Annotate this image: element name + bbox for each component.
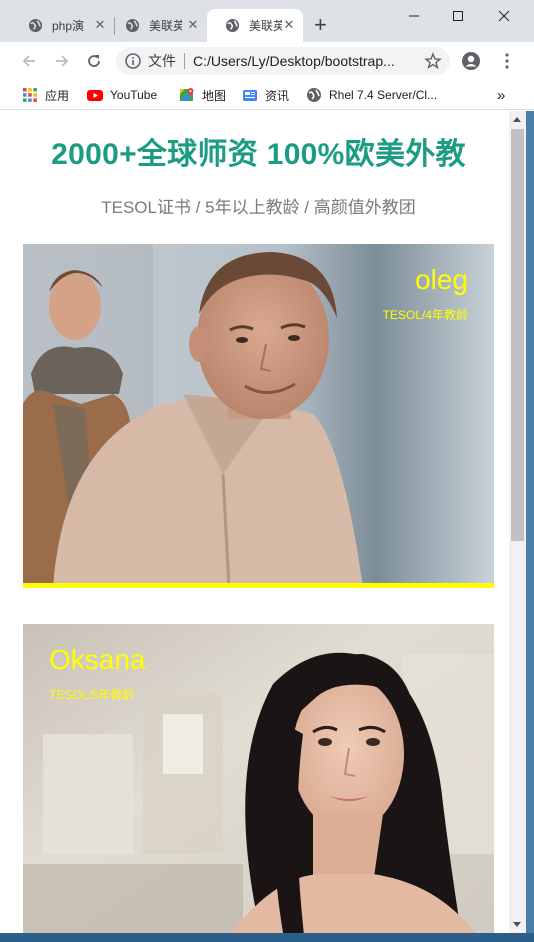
window-left-border [0, 111, 8, 933]
close-tab-icon[interactable]: ✕ [187, 18, 199, 31]
globe-icon [125, 18, 140, 33]
tab-strip: php演 ✕ 美联英 ✕ 美联英 ✕ + [0, 0, 534, 42]
back-arrow-icon[interactable] [18, 50, 40, 72]
minimize-icon[interactable] [392, 2, 436, 30]
address-url[interactable]: C:/Users/Ly/Desktop/bootstrap... [193, 53, 405, 69]
tab-title: 美联英 [149, 19, 182, 33]
scroll-down-arrow-icon[interactable] [513, 922, 521, 927]
maximize-icon[interactable] [436, 2, 480, 30]
bookmark-rhel[interactable]: Rhel 7.4 Server/Cl... [306, 85, 437, 105]
scrollbar-thumb[interactable] [511, 129, 524, 541]
page-viewport: 2000+全球师资 100%欧美外教 TESOL证书 / 5年以上教龄 / 高颜… [8, 111, 509, 933]
apps-grid-icon [23, 88, 37, 102]
teacher-card: Oksana TESOL/5年教龄 [23, 624, 494, 933]
close-tab-icon[interactable]: ✕ [283, 18, 295, 31]
browser-toolbar: 文件 C:/Users/Ly/Desktop/bootstrap... [0, 42, 534, 80]
page-headline: 2000+全球师资 100%欧美外教 [51, 138, 466, 171]
plus-icon[interactable]: + [314, 14, 327, 36]
bookmark-label: Rhel 7.4 Server/Cl... [329, 88, 438, 102]
profile-avatar-icon[interactable] [460, 50, 482, 72]
bookmark-maps[interactable]: 地图 [179, 85, 226, 105]
youtube-icon [87, 90, 103, 101]
bookmark-youtube[interactable]: YouTube [87, 85, 157, 105]
teacher-description: TESOL/4年教龄 [382, 308, 468, 322]
bookmarks-bar: 应用 YouTube 地图 资讯 Rhel 7.4 Server/Cl... » [0, 80, 534, 110]
news-icon [243, 90, 257, 101]
menu-kebab-icon[interactable] [496, 50, 518, 72]
tab-1[interactable]: php演 ✕ [10, 9, 114, 42]
address-divider [184, 53, 185, 69]
tab-title: php演 [52, 19, 85, 33]
forward-arrow-icon[interactable] [51, 50, 73, 72]
bookmarks-overflow-icon[interactable]: » [497, 85, 505, 105]
address-bar[interactable]: 文件 C:/Users/Ly/Desktop/bootstrap... [116, 47, 450, 75]
page-subheadline: TESOL证书 / 5年以上教龄 / 高颜值外教团 [101, 198, 416, 217]
bookmark-apps[interactable]: 应用 [22, 85, 69, 105]
address-scheme-label: 文件 [148, 53, 176, 69]
scroll-up-arrow-icon[interactable] [513, 117, 521, 122]
globe-icon [307, 88, 321, 102]
globe-icon [225, 18, 240, 33]
tab-3-active[interactable]: 美联英 ✕ [207, 9, 303, 42]
teacher-name: oleg [415, 264, 468, 295]
tab-title: 美联英 [249, 19, 282, 33]
tab-2[interactable]: 美联英 ✕ [107, 9, 207, 42]
teacher-description: TESOL/5年教龄 [49, 688, 135, 702]
info-icon[interactable] [124, 52, 142, 70]
bookmark-news[interactable]: 资讯 [242, 85, 289, 105]
teacher-card: oleg TESOL/4年教龄 [23, 244, 494, 588]
vertical-scrollbar[interactable] [509, 111, 526, 933]
desktop-background-edge [526, 111, 534, 942]
maps-icon [180, 88, 194, 101]
close-tab-icon[interactable]: ✕ [94, 18, 106, 31]
reload-icon[interactable] [83, 50, 105, 72]
bookmark-label: 资讯 [265, 88, 290, 103]
bookmark-label: 应用 [45, 88, 70, 103]
close-window-icon[interactable] [482, 2, 526, 30]
bookmark-label: 地图 [202, 88, 227, 103]
globe-icon [28, 18, 43, 33]
bookmark-star-icon[interactable] [424, 52, 442, 70]
bookmark-label: YouTube [110, 88, 158, 102]
teacher-name: Oksana [49, 644, 146, 675]
taskbar-edge [0, 933, 534, 942]
